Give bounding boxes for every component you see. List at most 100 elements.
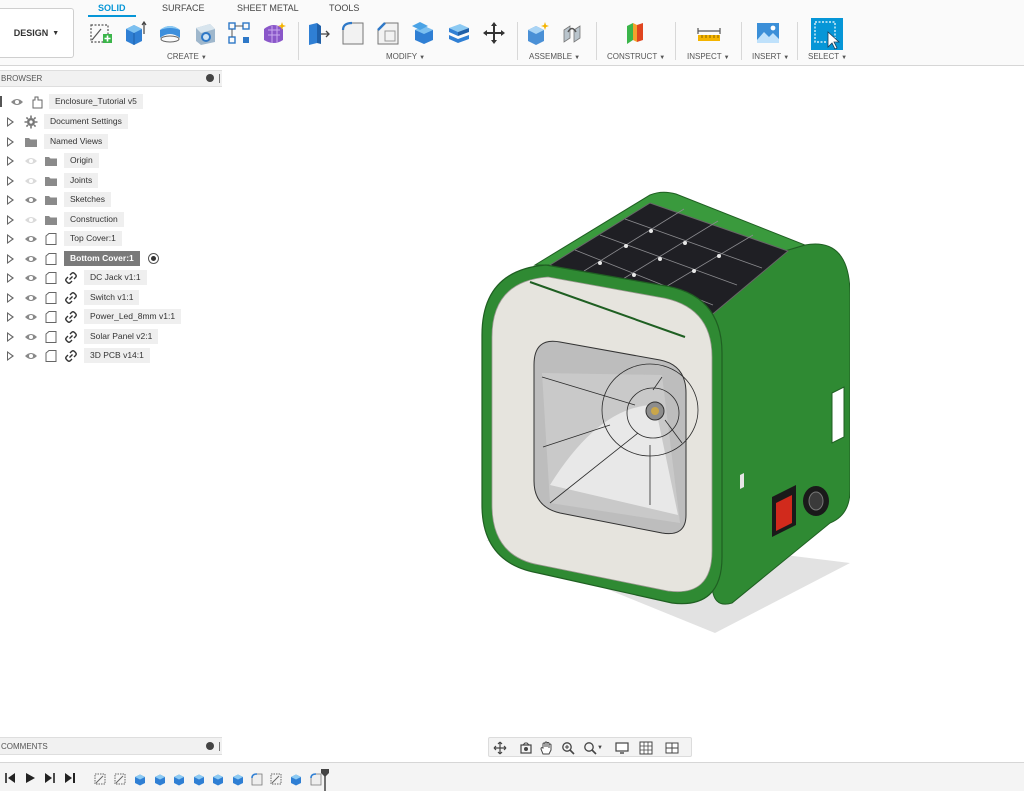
browser-item-top-cover-1[interactable]: Top Cover:1 [0,231,222,247]
timeline-sketch-icon[interactable] [270,772,284,786]
activate-component-icon[interactable] [148,252,159,264]
insert-menu[interactable]: INSERT ▼ [752,52,789,61]
tab-sheet-metal[interactable]: SHEET METAL [237,3,299,13]
eye-icon[interactable] [24,330,38,344]
timeline-extrude-icon[interactable] [192,772,206,786]
extrude-icon[interactable] [122,20,148,46]
hole-icon[interactable] [192,20,218,46]
chevron-down-icon[interactable]: ▼ [597,741,603,755]
select-icon[interactable] [811,18,843,50]
assemble-menu[interactable]: ASSEMBLE ▼ [529,52,580,61]
orbit-icon[interactable] [493,741,507,755]
modify-menu[interactable]: MODIFY ▼ [386,52,425,61]
browser-resize-handle[interactable] [219,74,220,83]
construct-menu[interactable]: CONSTRUCT ▼ [607,52,665,61]
expand-triangle-icon[interactable] [7,253,14,264]
timeline-sketch-icon[interactable] [114,772,128,786]
offset-plane-icon[interactable] [622,20,648,46]
expand-triangle-icon[interactable] [7,214,14,225]
create-form-icon[interactable] [261,20,287,46]
create-menu[interactable]: CREATE ▼ [167,52,207,61]
browser-item-sketches[interactable]: Sketches [0,192,222,208]
eye-icon[interactable] [24,291,38,305]
timeline-extrude-icon[interactable] [211,772,225,786]
new-component-icon[interactable] [525,20,551,46]
expand-triangle-icon[interactable] [7,312,14,322]
expand-triangle-icon[interactable] [7,156,14,166]
zoom-window-icon[interactable] [583,741,597,755]
browser-item-joints[interactable]: Joints [0,172,222,189]
eye-icon[interactable] [24,213,38,227]
expand-triangle-icon[interactable] [7,175,14,186]
display-settings-icon[interactable] [615,741,629,755]
inspect-menu[interactable]: INSPECT ▼ [687,52,730,61]
grid-snaps-icon[interactable] [639,741,653,755]
tab-solid[interactable]: SOLID [98,3,126,13]
comments-resize-handle[interactable] [219,742,220,751]
expand-triangle-icon[interactable] [7,195,14,205]
expand-triangle-icon[interactable] [7,273,14,283]
timeline-extrude-icon[interactable] [172,772,186,786]
expand-triangle-icon[interactable] [7,234,14,244]
select-menu[interactable]: SELECT ▼ [808,52,847,61]
timeline-fillet-icon[interactable] [250,772,264,786]
chamfer-icon[interactable] [375,20,401,46]
tab-tools[interactable]: TOOLS [329,3,359,13]
browser-item-3d-pcb-v14-1[interactable]: 3D PCB v14:1 [0,348,222,364]
eye-icon[interactable] [24,310,38,324]
browser-item-construction[interactable]: Construction [0,211,222,228]
expand-triangle-icon[interactable] [7,292,14,303]
measure-icon[interactable] [696,20,722,46]
browser-item-dc-jack-v1-1[interactable]: DC Jack v1:1 [0,270,222,286]
shell-icon[interactable] [410,20,436,46]
collapse-browser-icon[interactable] [206,74,214,82]
browser-item-bottom-cover-1[interactable]: Bottom Cover:1 [0,250,222,267]
fillet-icon[interactable] [340,20,366,46]
timeline-step-forward-icon[interactable] [44,772,56,784]
joint-icon[interactable] [560,20,586,46]
new-sketch-icon[interactable] [88,20,114,46]
zoom-icon[interactable] [561,741,575,755]
viewports-icon[interactable] [665,741,679,755]
browser-item-document-settings[interactable]: Document Settings [0,114,222,130]
eye-icon[interactable] [24,252,38,266]
timeline-play-icon[interactable] [24,772,36,784]
eye-icon[interactable] [24,154,38,168]
pattern-icon[interactable] [226,20,252,46]
eye-icon[interactable] [24,232,38,246]
timeline-extrude-icon[interactable] [289,772,303,786]
eye-icon[interactable] [24,271,38,285]
pan-icon[interactable] [539,741,553,755]
press-pull-icon[interactable] [305,20,331,46]
eye-icon[interactable] [10,95,24,109]
viewport-3d[interactable] [450,185,851,645]
eye-icon[interactable] [24,349,38,363]
eye-icon[interactable] [24,174,38,188]
timeline-marker-icon[interactable] [321,769,329,791]
combine-icon[interactable] [446,20,472,46]
browser-item-power-led-8mm-v1-1[interactable]: Power_Led_8mm v1:1 [0,309,222,325]
move-copy-icon[interactable] [481,20,507,46]
timeline-extrude-icon[interactable] [231,772,245,786]
expand-comments-icon[interactable] [206,742,214,750]
workspace-switcher[interactable]: DESIGN ▼ [0,8,74,58]
expand-triangle-icon[interactable] [7,351,14,361]
expand-triangle-icon[interactable] [7,331,14,342]
eye-icon[interactable] [24,193,38,207]
browser-item-switch-v1-1[interactable]: Switch v1:1 [0,289,222,306]
timeline-extrude-icon[interactable] [153,772,167,786]
timeline-sketch-icon[interactable] [94,772,108,786]
browser-item-origin[interactable]: Origin [0,153,222,169]
timeline-start-icon[interactable] [4,772,16,784]
insert-image-icon[interactable] [755,20,781,46]
expand-triangle-icon[interactable] [7,136,14,147]
browser-item-named-views[interactable]: Named Views [0,133,222,150]
timeline-extrude-icon[interactable] [133,772,147,786]
timeline-end-icon[interactable] [64,772,76,784]
browser-root-row[interactable]: Enclosure_Tutorial v5 [0,94,222,110]
browser-item-solar-panel-v2-1[interactable]: Solar Panel v2:1 [0,328,222,345]
revolve-icon[interactable] [157,20,183,46]
tab-surface[interactable]: SURFACE [162,3,205,13]
expand-triangle-icon[interactable] [7,117,14,127]
look-at-icon[interactable] [519,741,533,755]
